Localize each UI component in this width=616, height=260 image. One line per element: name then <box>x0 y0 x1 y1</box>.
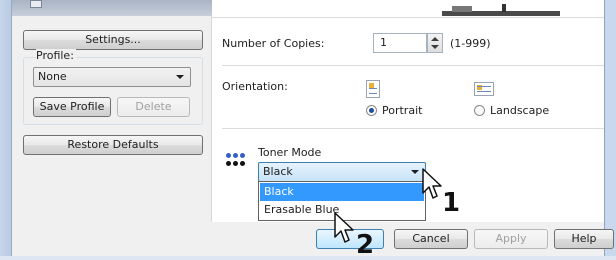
copies-label: Number of Copies: <box>222 37 325 50</box>
save-profile-button[interactable]: Save Profile <box>33 97 111 117</box>
printer-preview-icon <box>442 4 560 18</box>
copies-input[interactable]: 1 <box>373 33 427 53</box>
chevron-down-icon <box>176 75 184 79</box>
copies-stepper[interactable] <box>427 33 443 53</box>
portrait-page-icon <box>366 80 380 98</box>
step-number-1: 1 <box>442 188 461 218</box>
landscape-page-icon <box>474 82 494 96</box>
portrait-radio[interactable] <box>366 105 377 116</box>
cancel-button[interactable]: Cancel <box>394 229 468 249</box>
window-frame-right <box>604 0 616 256</box>
profile-select[interactable]: None <box>33 67 191 87</box>
profile-select-value: None <box>38 70 67 83</box>
divider <box>222 128 604 129</box>
toner-option-black[interactable]: Black <box>260 183 424 201</box>
landscape-radio[interactable] <box>474 105 485 116</box>
settings-button[interactable]: Settings... <box>23 30 203 50</box>
delete-profile-button[interactable]: Delete <box>117 97 190 117</box>
copies-range: (1-999) <box>450 37 491 50</box>
apply-button[interactable]: Apply <box>474 229 548 249</box>
restore-defaults-button[interactable]: Restore Defaults <box>23 135 203 155</box>
landscape-label[interactable]: Landscape <box>490 104 549 117</box>
portrait-label[interactable]: Portrait <box>382 104 422 117</box>
toner-mode-value: Black <box>263 165 293 178</box>
top-divider <box>212 17 604 18</box>
orientation-label: Orientation: <box>222 80 288 93</box>
toner-mode-select[interactable]: Black <box>258 162 426 182</box>
spin-down-icon <box>431 45 439 49</box>
mouse-pointer-icon <box>422 168 442 199</box>
preview-area <box>12 0 212 16</box>
window-frame-left <box>0 0 12 256</box>
profile-label: Profile: <box>36 49 76 62</box>
toner-mode-label: Toner Mode <box>258 146 322 159</box>
help-button[interactable]: Help <box>554 229 614 249</box>
spin-up-icon <box>431 37 439 41</box>
preview-thumbnail-icon <box>30 0 42 8</box>
divider <box>222 65 604 66</box>
chevron-down-icon <box>411 170 419 174</box>
mouse-pointer-icon <box>334 212 354 243</box>
toner-color-icon <box>226 150 248 172</box>
